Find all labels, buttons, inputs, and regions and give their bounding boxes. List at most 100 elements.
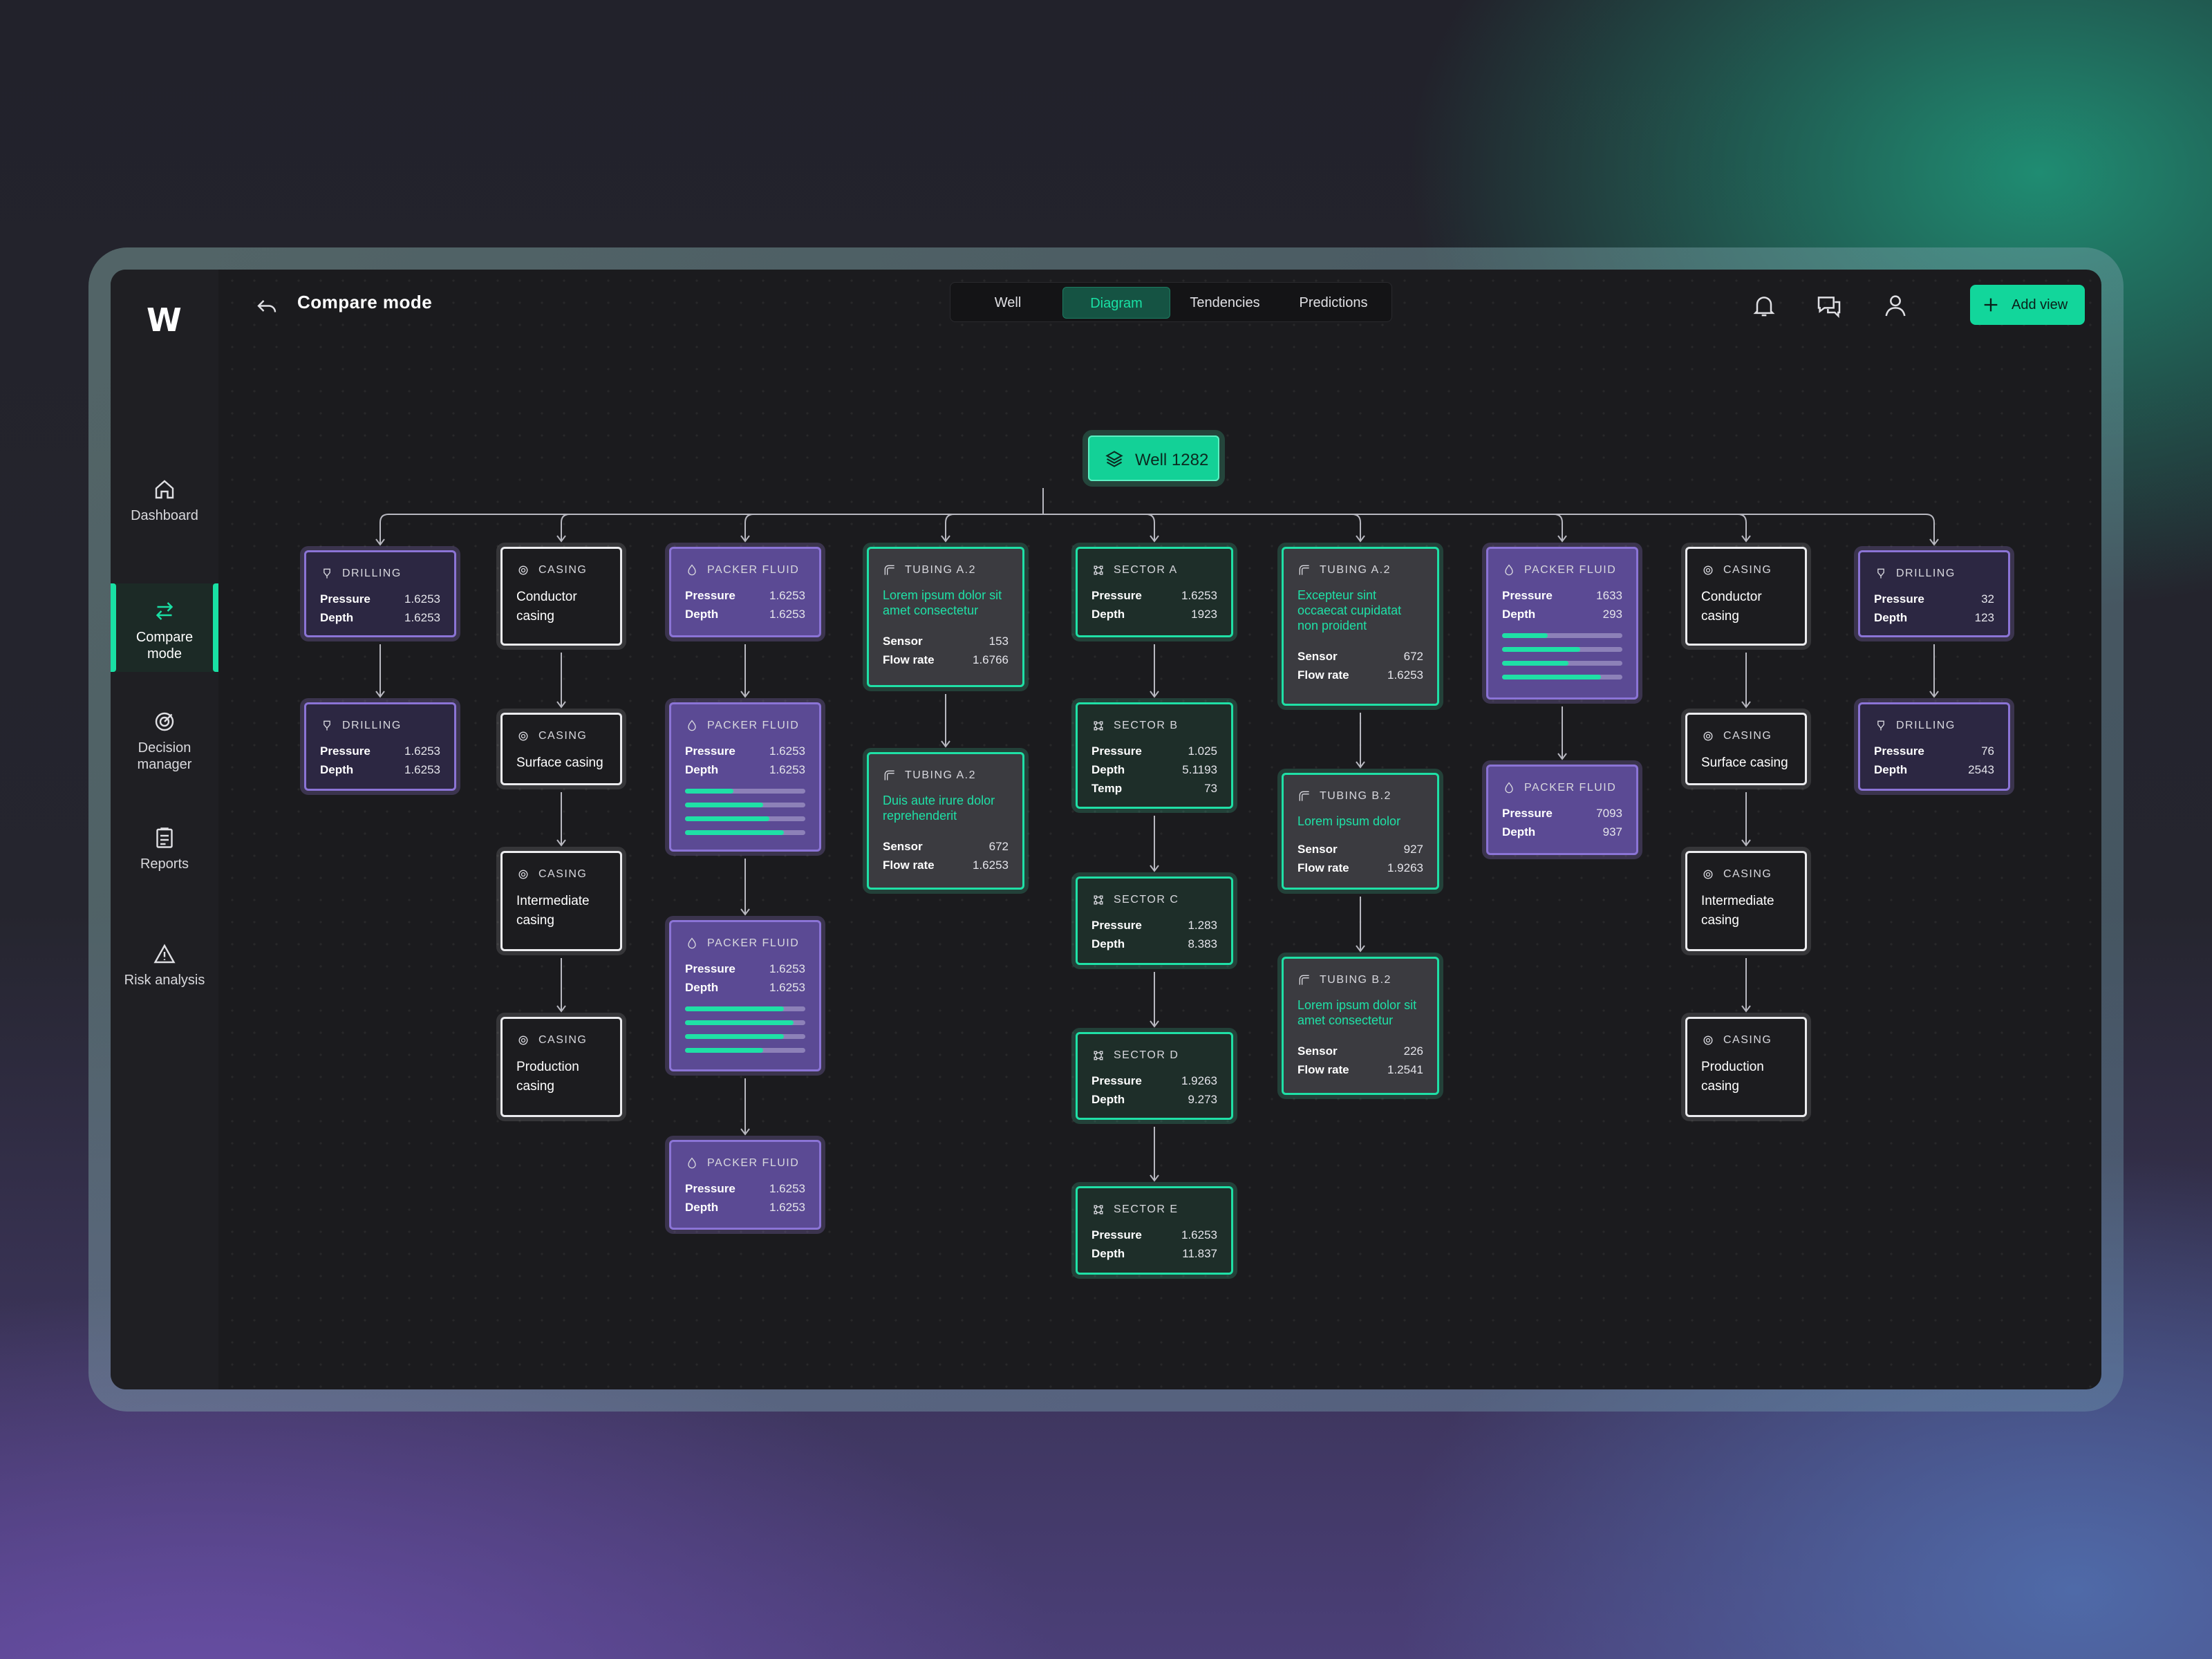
casing-card[interactable]: CASING Conductor casing (1681, 543, 1811, 650)
drill-icon (1877, 720, 1884, 731)
metric-value: 1.9263 (1387, 861, 1423, 874)
casing-card[interactable]: CASING Intermediate casing (1681, 847, 1811, 955)
metric-row: Depth 123 (1874, 608, 1994, 627)
tubing-card[interactable]: TUBING A.2 Lorem ipsum dolor sit amet con… (863, 543, 1029, 691)
metric-value: 293 (1602, 608, 1622, 621)
casing-card[interactable]: CASING Production casing (1681, 1013, 1811, 1121)
card-metrics: Sensor 672 Flow rate 1.6253 (883, 837, 1009, 874)
metric-value: 1.6253 (404, 592, 440, 606)
metric-row: Pressure 1.6253 (685, 586, 805, 605)
metric-value: 1.6253 (1181, 1228, 1217, 1241)
metric-row: Flow rate 1.9263 (1297, 859, 1423, 877)
metric-value: 937 (1602, 825, 1622, 838)
card-body: PACKER FLUID Pressure 1.6253 Depth 1.6253 (669, 702, 821, 852)
metric-value: 1.6253 (769, 1201, 805, 1214)
card-header-label: DRILLING (342, 568, 402, 579)
drilling-card[interactable]: DRILLING Pressure 1.6253 Depth 1.6253 (300, 546, 460, 641)
metric-value: 672 (1403, 650, 1423, 663)
metric-row: Pressure 1.025 (1091, 742, 1217, 760)
casing-card[interactable]: CASING Intermediate casing (496, 847, 626, 955)
metric-label: Pressure (320, 592, 371, 606)
card-metrics: Pressure 1.6253 Depth 1.6253 (320, 742, 440, 779)
metric-value: 1.6253 (404, 763, 440, 776)
sector-card[interactable]: SECTOR E Pressure 1.6253 Depth 11.837 (1071, 1182, 1237, 1279)
packer-card[interactable]: PACKER FLUID Pressure 7093 Depth 937 (1482, 760, 1642, 859)
metric-value: 1923 (1191, 608, 1217, 621)
metric-label: Pressure (1091, 744, 1142, 758)
card-header-label: SECTOR C (1114, 894, 1179, 906)
card-header: DRILLING (320, 566, 440, 581)
card-description: Duis aute irure dolor reprehenderit (883, 794, 995, 823)
casing-card[interactable]: CASING Conductor casing (496, 543, 626, 650)
drop-icon (1505, 782, 1513, 794)
packer-card[interactable]: PACKER FLUID Pressure 1.6253 Depth 1.6253 (665, 1136, 825, 1234)
card-header: TUBING B.2 (1297, 973, 1423, 988)
sector-card[interactable]: SECTOR C Pressure 1.283 Depth 8.383 (1071, 872, 1237, 969)
sector-card[interactable]: SECTOR B Pressure 1.025 Depth 5.1193 Temp 73 (1071, 698, 1237, 813)
metric-value: 2543 (1968, 763, 1994, 776)
packer-card[interactable]: PACKER FLUID Pressure 1.6253 Depth 1.6253 (665, 698, 825, 856)
metric-row: Depth 2543 (1874, 760, 1994, 779)
packer-card[interactable]: PACKER FLUID Pressure 1.6253 Depth 1.6253 (665, 543, 825, 641)
drop-icon (1505, 564, 1513, 576)
card-header-label: TUBING B.2 (1320, 974, 1391, 986)
metric-value: 1.6253 (769, 589, 805, 602)
sector-card[interactable]: SECTOR D Pressure 1.9263 Depth 9.273 (1071, 1028, 1237, 1124)
metric-row: Depth 5.1193 (1091, 760, 1217, 779)
well-root-node[interactable]: Well 1282 (1082, 430, 1225, 487)
tubing-card[interactable]: TUBING A.2 Excepteur sint occaecat cupida… (1277, 543, 1443, 710)
progress-bar (1502, 647, 1622, 652)
packer-card[interactable]: PACKER FLUID Pressure 1633 Depth 293 (1482, 543, 1642, 704)
metric-label: Depth (685, 1201, 719, 1214)
metric-row: Depth 1.6253 (320, 608, 440, 627)
card-header-label: CASING (538, 564, 588, 576)
metric-label: Pressure (1502, 589, 1553, 602)
card-body: PACKER FLUID Pressure 1.6253 Depth 1.6253 (669, 1140, 821, 1230)
metric-label: Pressure (1502, 807, 1553, 820)
card-header-label: CASING (538, 868, 588, 880)
casing-name: Intermediate casing (1701, 894, 1774, 928)
metric-value: 32 (1981, 592, 1994, 606)
metric-label: Sensor (883, 840, 923, 853)
sector-card[interactable]: SECTOR A Pressure 1.6253 Depth 1923 (1071, 543, 1237, 641)
card-body: DRILLING Pressure 76 Depth 2543 (1858, 702, 2010, 791)
metric-label: Depth (320, 611, 354, 624)
tubing-card[interactable]: TUBING B.2 Lorem ipsum dolor Sensor 927 Flow… (1277, 769, 1443, 894)
metric-row: Depth 293 (1502, 605, 1622, 624)
card-header: DRILLING (320, 718, 440, 733)
card-metrics: Sensor 927 Flow rate 1.9263 (1297, 840, 1423, 877)
card-header-label: PACKER FLUID (707, 720, 800, 731)
card-header-label: SECTOR B (1114, 720, 1179, 731)
metric-value: 8.383 (1188, 937, 1217, 950)
metric-row: Pressure 1.6253 (685, 742, 805, 760)
tubing-card[interactable]: TUBING A.2 Duis aute irure dolor reprehen… (863, 748, 1029, 894)
progress-bar (1502, 633, 1622, 638)
metric-label: Sensor (1297, 843, 1338, 856)
card-metrics: Pressure 1.6253 Depth 1.6253 (320, 590, 440, 627)
metric-label: Depth (1874, 763, 1908, 776)
drilling-card[interactable]: DRILLING Pressure 76 Depth 2543 (1854, 698, 2014, 795)
tubing-card[interactable]: TUBING B.2 Lorem ipsum dolor sit amet con… (1277, 953, 1443, 1099)
metric-label: Depth (685, 981, 719, 994)
casing-card[interactable]: CASING Surface casing (496, 709, 626, 789)
card-body: CASING Conductor casing (1685, 547, 1807, 646)
card-metrics: Pressure 1.9263 Depth 9.273 (1091, 1071, 1217, 1109)
card-body: PACKER FLUID Pressure 7093 Depth 937 (1486, 765, 1638, 855)
card-description: Lorem ipsum dolor sit amet consectetur (1297, 998, 1417, 1027)
casing-card[interactable]: CASING Production casing (496, 1013, 626, 1121)
packer-card[interactable]: PACKER FLUID Pressure 1.6253 Depth 1.6253 (665, 916, 825, 1076)
metric-row: Temp 73 (1091, 779, 1217, 798)
card-body: TUBING A.2 Lorem ipsum dolor sit amet con… (867, 547, 1024, 687)
gear-icon (1703, 731, 1713, 741)
grid-icon (1094, 721, 1103, 731)
metric-row: Depth 1.6253 (685, 760, 805, 779)
metric-value: 1.6766 (973, 653, 1009, 666)
drilling-card[interactable]: DRILLING Pressure 1.6253 Depth 1.6253 (300, 698, 460, 795)
metric-row: Pressure 1.6253 (1091, 586, 1217, 605)
pipe-icon (884, 770, 894, 780)
metric-label: Sensor (883, 635, 923, 648)
casing-card[interactable]: CASING Surface casing (1681, 709, 1811, 789)
drilling-card[interactable]: DRILLING Pressure 32 Depth 123 (1854, 546, 2014, 641)
metric-value: 1.6253 (769, 763, 805, 776)
grid-icon (1094, 895, 1103, 905)
